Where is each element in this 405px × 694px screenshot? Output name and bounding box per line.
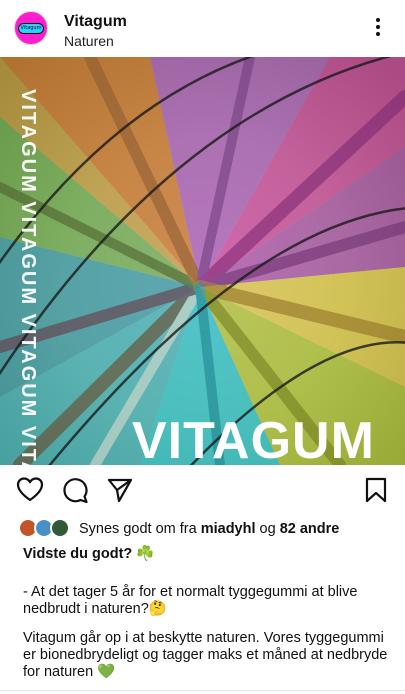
likes-row[interactable]: Synes godt om fra miadyhl og 82 andre (0, 516, 405, 540)
action-bar (0, 466, 405, 512)
divider (0, 690, 405, 691)
vertical-brand-text: VITAGUM VITAGUM VITAGUM VITAGUM (17, 89, 39, 465)
liker-avatar (50, 518, 70, 538)
caption-line: - At det tager 5 år for et normalt tygge… (23, 584, 358, 617)
caption-line: Vitagum går op i at beskytte naturen. Vo… (23, 630, 388, 680)
liker-username[interactable]: miadyhl (201, 521, 256, 537)
forest-rainbow-photo (0, 57, 405, 465)
post-image[interactable]: VITAGUM VITAGUM VITAGUM VITAGUM VITAGUM (0, 57, 405, 465)
location-label[interactable]: Naturen (64, 33, 114, 50)
comment-icon[interactable] (61, 476, 89, 504)
more-icon[interactable] (368, 18, 388, 40)
likes-others[interactable]: 82 andre (280, 521, 340, 537)
avatar-logo: Vitagum (18, 23, 44, 34)
bookmark-icon[interactable] (362, 476, 390, 504)
account-name[interactable]: Vitagum (64, 13, 127, 31)
likes-text: Synes godt om fra miadyhl og 82 andre (79, 520, 339, 538)
avatar[interactable]: Vitagum (14, 11, 48, 45)
post-header: Vitagum Vitagum Naturen (0, 0, 405, 57)
likes-conjunction: og (259, 521, 276, 537)
share-icon[interactable] (106, 476, 134, 504)
likes-prefix: Synes godt om fra (79, 521, 197, 537)
caption-title: Vidste du godt? ☘️ (23, 546, 155, 562)
overlay-brand-text: VITAGUM (132, 412, 375, 465)
heart-icon[interactable] (16, 476, 44, 504)
